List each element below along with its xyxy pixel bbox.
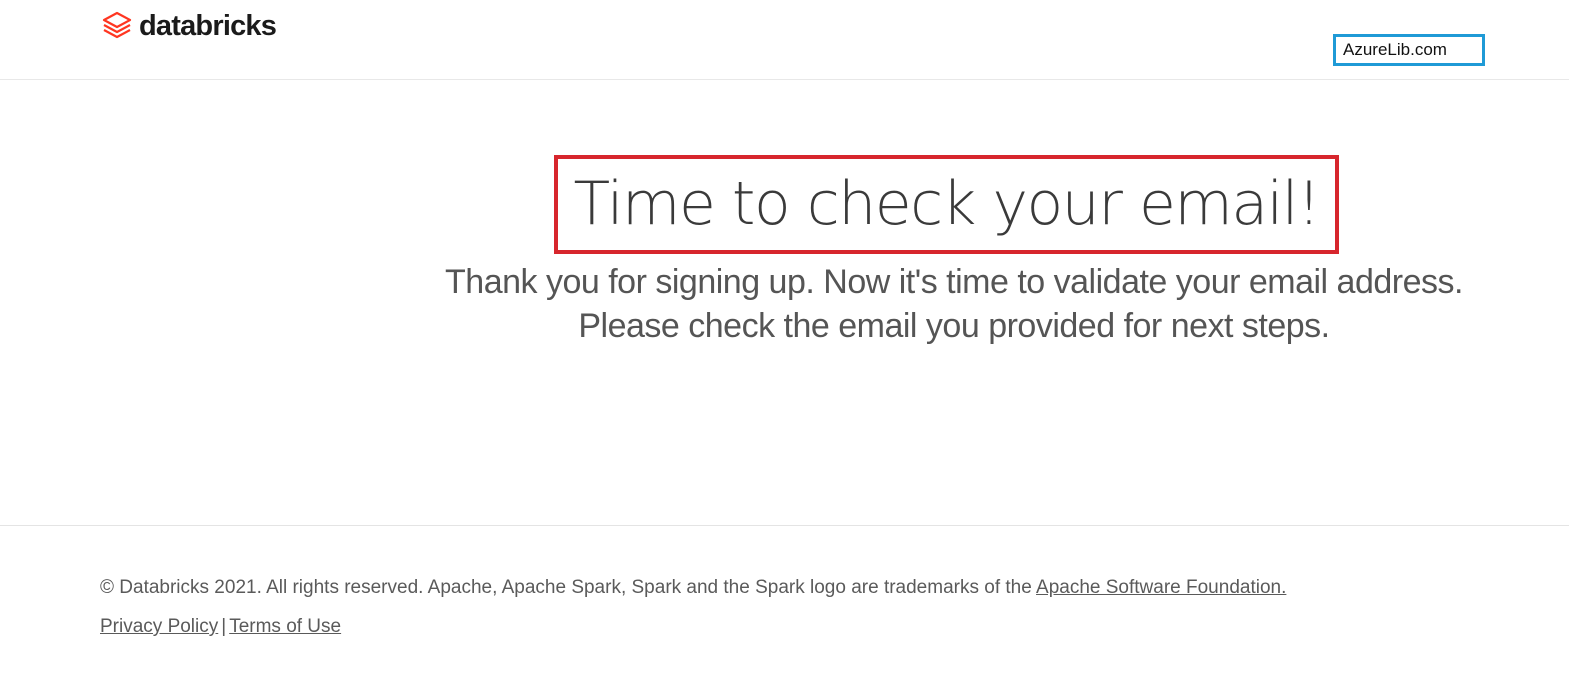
databricks-stack-icon <box>102 11 132 39</box>
message-line-2: Please check the email you provided for … <box>578 307 1330 345</box>
logo-wordmark: databricks <box>139 10 277 42</box>
confirmation-message: Thank you for signing up. Now it's time … <box>384 260 1524 348</box>
databricks-logo[interactable]: databricks <box>101 9 277 43</box>
site-footer: © Databricks 2021. All rights reserved. … <box>0 525 1569 697</box>
title-highlight-box: Time to check your email! <box>554 155 1339 254</box>
site-header: databricks AzureLib.com <box>0 0 1569 80</box>
terms-of-use-link[interactable]: Terms of Use <box>229 616 341 637</box>
copyright-notice: © Databricks 2021. All rights reserved. … <box>100 576 1400 600</box>
copyright-text: © Databricks 2021. All rights reserved. … <box>100 577 1037 598</box>
watermark-label: AzureLib.com <box>1333 34 1485 66</box>
message-line-1: Thank you for signing up. Now it's time … <box>445 263 1463 301</box>
privacy-policy-link[interactable]: Privacy Policy <box>100 616 218 637</box>
link-separator: | <box>221 616 227 637</box>
legal-links: Privacy Policy | Terms of Use <box>100 615 341 639</box>
apache-foundation-link[interactable]: Apache Software Foundation. <box>1036 577 1286 598</box>
page-title: Time to check your email! <box>573 169 1321 239</box>
